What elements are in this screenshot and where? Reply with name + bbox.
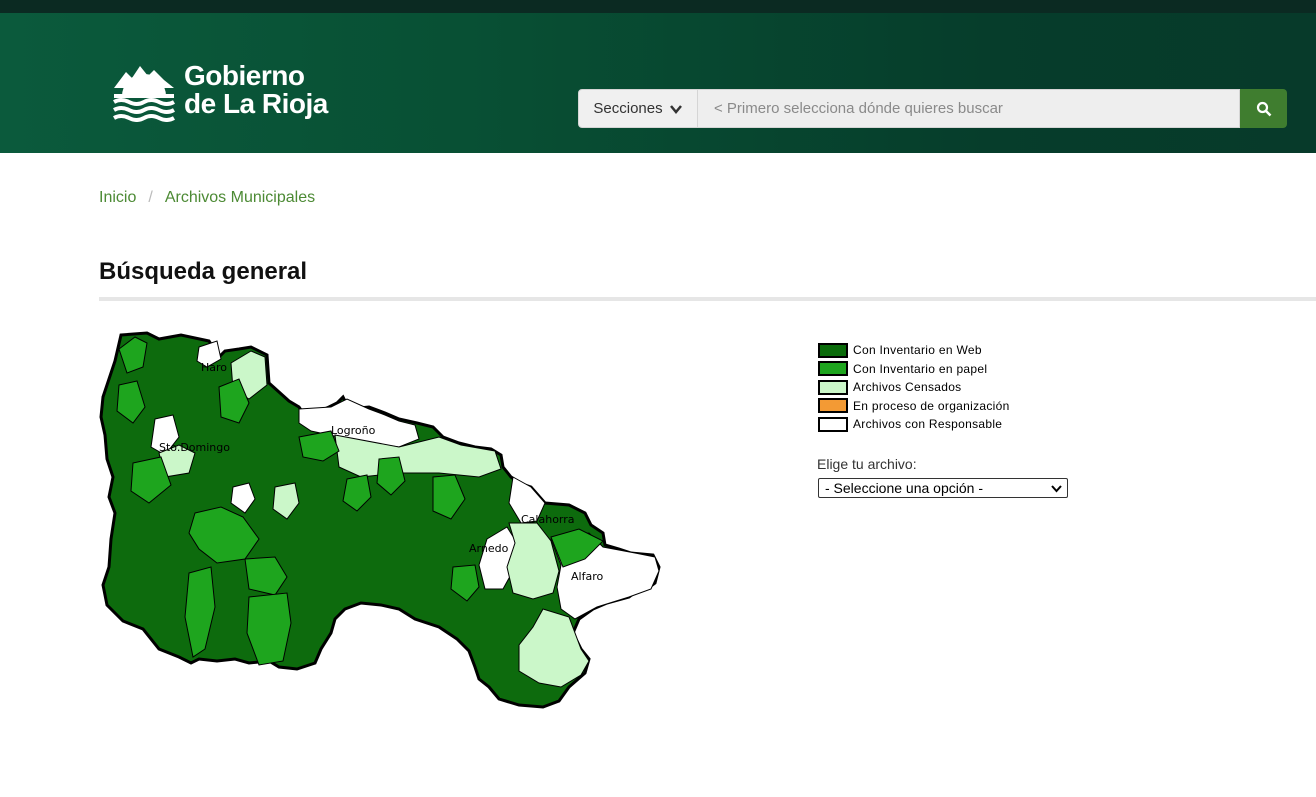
chevron-down-icon: [669, 104, 682, 114]
chevron-down-icon: [1051, 485, 1062, 493]
sections-label: Secciones: [593, 100, 663, 117]
legend-swatch: [818, 361, 848, 377]
sections-dropdown-button[interactable]: Secciones: [578, 89, 698, 128]
legend-label: Con Inventario en Web: [853, 343, 982, 358]
legend-item: Con Inventario en Web: [818, 341, 1078, 360]
top-strip: [0, 0, 1316, 13]
archive-picker-label: Elige tu archivo:: [817, 456, 917, 472]
legend-label: Con Inventario en papel: [853, 361, 988, 376]
breadcrumb-item-inicio[interactable]: Inicio: [99, 189, 136, 207]
legend-item: Archivos con Responsable: [818, 415, 1078, 434]
legend-swatch: [818, 416, 848, 432]
map-label-logrono: Logroño: [331, 424, 376, 437]
logo-line-2: de La Rioja: [184, 88, 328, 119]
logo-line-1: Gobierno: [184, 60, 305, 91]
site-logo[interactable]: Gobierno de La Rioja: [112, 55, 347, 125]
rioja-emblem-icon: [113, 66, 175, 122]
map-label-sto-domingo: Sto.Domingo: [159, 441, 230, 454]
search-icon: [1256, 101, 1271, 116]
breadcrumb: Inicio / Archivos Municipales: [99, 189, 315, 207]
legend-label: En proceso de organización: [853, 398, 1010, 413]
la-rioja-municipalities-map[interactable]: Haro Logroño Sto.Domingo Calahorra Arned…: [99, 327, 664, 712]
search-button[interactable]: [1240, 89, 1287, 128]
legend-item: Archivos Censados: [818, 378, 1078, 397]
legend-label: Archivos con Responsable: [853, 417, 1003, 432]
title-divider: [99, 297, 1316, 301]
logo-wordmark: Gobierno de La Rioja: [184, 62, 328, 118]
archive-select[interactable]: - Seleccione una opción -: [818, 478, 1068, 498]
map-label-calahorra: Calahorra: [521, 513, 575, 526]
legend-swatch: [818, 379, 848, 395]
breadcrumb-separator: /: [148, 189, 153, 206]
map-label-haro: Haro: [201, 361, 227, 374]
search-bar: Secciones: [578, 89, 1287, 128]
map-label-alfaro: Alfaro: [571, 570, 603, 583]
legend-swatch: [818, 398, 848, 414]
archive-select-value: - Seleccione una opción -: [825, 480, 983, 496]
breadcrumb-item-archivos[interactable]: Archivos Municipales: [165, 189, 315, 207]
legend-item: Con Inventario en papel: [818, 360, 1078, 379]
legend-label: Archivos Censados: [853, 380, 962, 395]
page-title: Búsqueda general: [99, 258, 308, 285]
legend-item: En proceso de organización: [818, 397, 1078, 416]
map-legend: Con Inventario en Web Con Inventario en …: [818, 341, 1078, 434]
legend-swatch: [818, 342, 848, 358]
map-label-arnedo: Arnedo: [469, 542, 509, 555]
search-input[interactable]: [698, 89, 1240, 128]
